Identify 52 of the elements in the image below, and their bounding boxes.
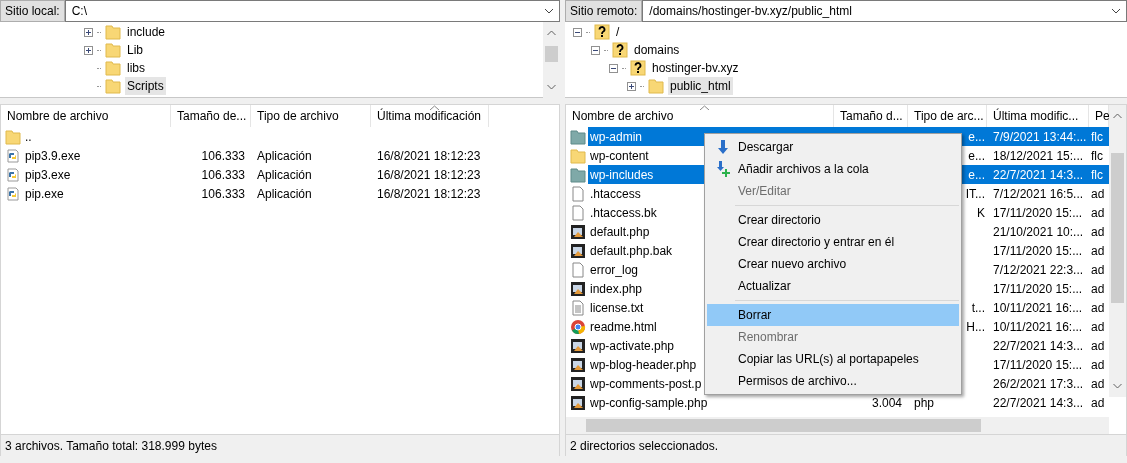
permissions: ad <box>1091 281 1105 296</box>
modified-date: 10/11/2021 16:... <box>993 300 1083 315</box>
file-type: Aplicación <box>257 148 312 163</box>
modified-date: 7/12/2021 22:3... <box>993 262 1084 277</box>
file-type: t... <box>971 299 985 317</box>
permissions: flc <box>1091 148 1103 163</box>
modified-date: 7/9/2021 13:44:... <box>993 129 1087 144</box>
file-type: Aplicación <box>257 167 312 182</box>
file-size: 106.333 <box>201 186 245 201</box>
site-label: Sitio remoto: <box>565 0 643 22</box>
permissions: flc <box>1091 129 1103 144</box>
modified-date: 10/11/2021 16:... <box>993 319 1083 334</box>
permissions: ad <box>1091 357 1105 372</box>
site-label: Sitio local: <box>0 0 65 22</box>
permissions: ad <box>1091 205 1105 220</box>
modified-date: 7/12/2021 16:5... <box>993 186 1084 201</box>
modified-date: 22/7/2021 14:3... <box>993 338 1084 353</box>
modified-date: 26/2/2021 17:3... <box>993 376 1084 391</box>
modified-date: 17/11/2020 15:... <box>993 357 1083 372</box>
file-size: 3.004 <box>871 394 902 412</box>
file-type: php <box>914 394 935 412</box>
permissions: ad <box>1091 262 1105 277</box>
status-text: 2 directorios seleccionados. <box>570 437 719 455</box>
modified-date: 17/11/2020 15:... <box>993 281 1083 296</box>
file-type: e... <box>968 128 985 146</box>
permissions: ad <box>1091 376 1105 391</box>
permissions: flc <box>1091 167 1103 182</box>
modified-date: 22/7/2021 14:3... <box>993 395 1084 410</box>
status-text: 3 archivos. Tamaño total: 318.999 bytes <box>5 437 217 455</box>
modified-date: 22/7/2021 14:3... <box>993 167 1084 182</box>
file-type: H... <box>966 318 985 336</box>
file-type: IT... <box>965 185 985 203</box>
permissions: ad <box>1091 300 1105 315</box>
file-size: 106.333 <box>201 148 245 163</box>
file-type: K <box>977 204 985 222</box>
permissions: ad <box>1091 224 1105 239</box>
file-type: e... <box>968 147 985 165</box>
modified-date: 17/11/2020 15:... <box>993 205 1083 220</box>
modified-date: 21/10/2021 10:... <box>993 224 1084 239</box>
permissions: ad <box>1091 186 1105 201</box>
file-type: Aplicación <box>257 186 312 201</box>
modified-date: 16/8/2021 18:12:23 <box>377 148 481 163</box>
modified-date: 16/8/2021 18:12:23 <box>377 186 481 201</box>
modified-date: 17/11/2020 15:... <box>993 243 1083 258</box>
file-type: e... <box>968 166 985 184</box>
permissions: ad <box>1091 243 1105 258</box>
permissions: ad <box>1091 319 1105 334</box>
modified-date: 16/8/2021 18:12:23 <box>377 167 481 182</box>
modified-date: 18/12/2021 15:... <box>993 148 1084 163</box>
file-size: 106.333 <box>201 167 245 182</box>
permissions: ad <box>1091 338 1105 353</box>
permissions: ad <box>1091 395 1105 410</box>
